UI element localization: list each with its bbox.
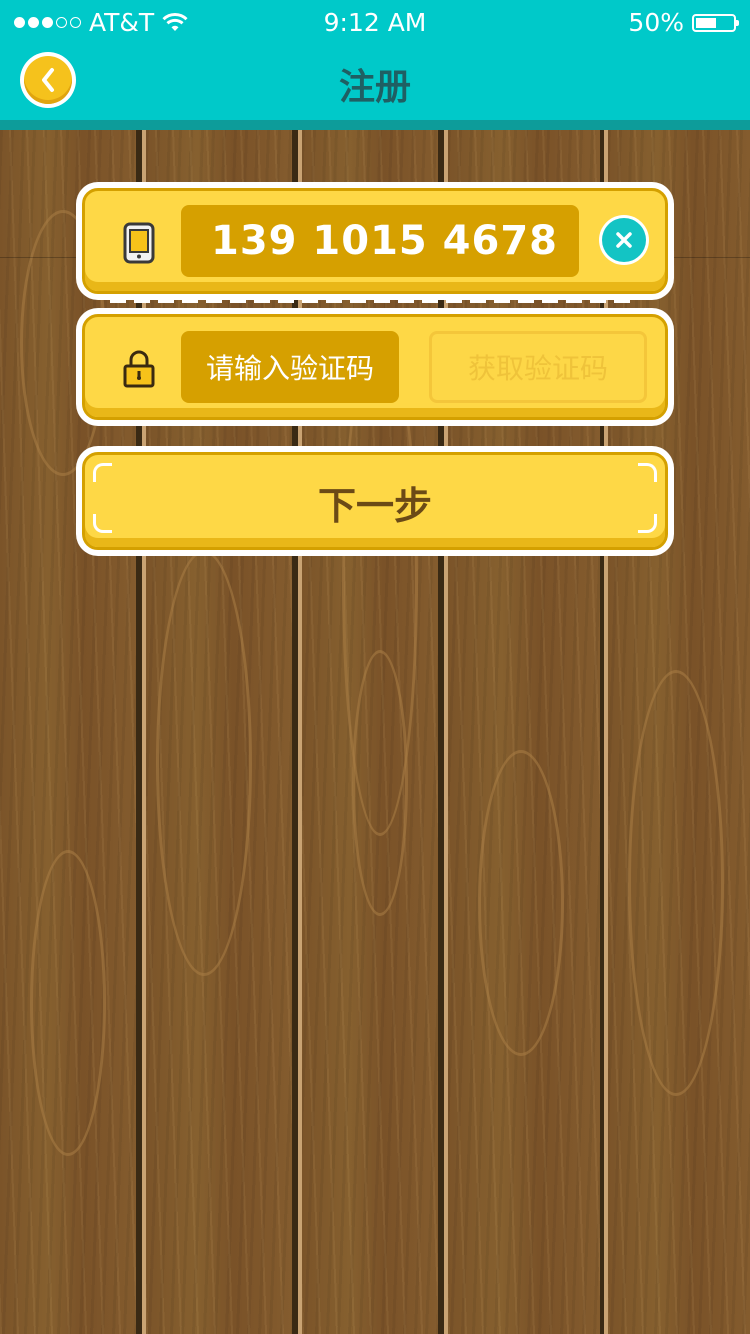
verification-card: 请输入验证码 获取验证码 xyxy=(76,308,674,426)
get-code-button[interactable]: 获取验证码 xyxy=(429,331,647,403)
lock-icon xyxy=(119,345,159,393)
clear-phone-button[interactable] xyxy=(599,215,649,265)
battery-percent: 50% xyxy=(628,8,684,37)
next-button-label: 下一步 xyxy=(317,484,432,528)
verification-code-input[interactable]: 请输入验证码 xyxy=(181,331,399,403)
page-title: 注册 xyxy=(338,67,411,108)
phone-icon xyxy=(119,219,159,267)
next-button[interactable]: 下一步 xyxy=(76,446,674,556)
status-bar: AT&T 9:12 AM 50% xyxy=(0,0,750,44)
phone-card: 139 1015 4678 xyxy=(76,182,674,300)
battery-icon xyxy=(692,13,739,32)
card-divider xyxy=(110,300,638,303)
phone-input[interactable]: 139 1015 4678 xyxy=(181,205,579,277)
close-icon xyxy=(616,232,632,248)
navigation-bar-edge xyxy=(0,120,750,130)
